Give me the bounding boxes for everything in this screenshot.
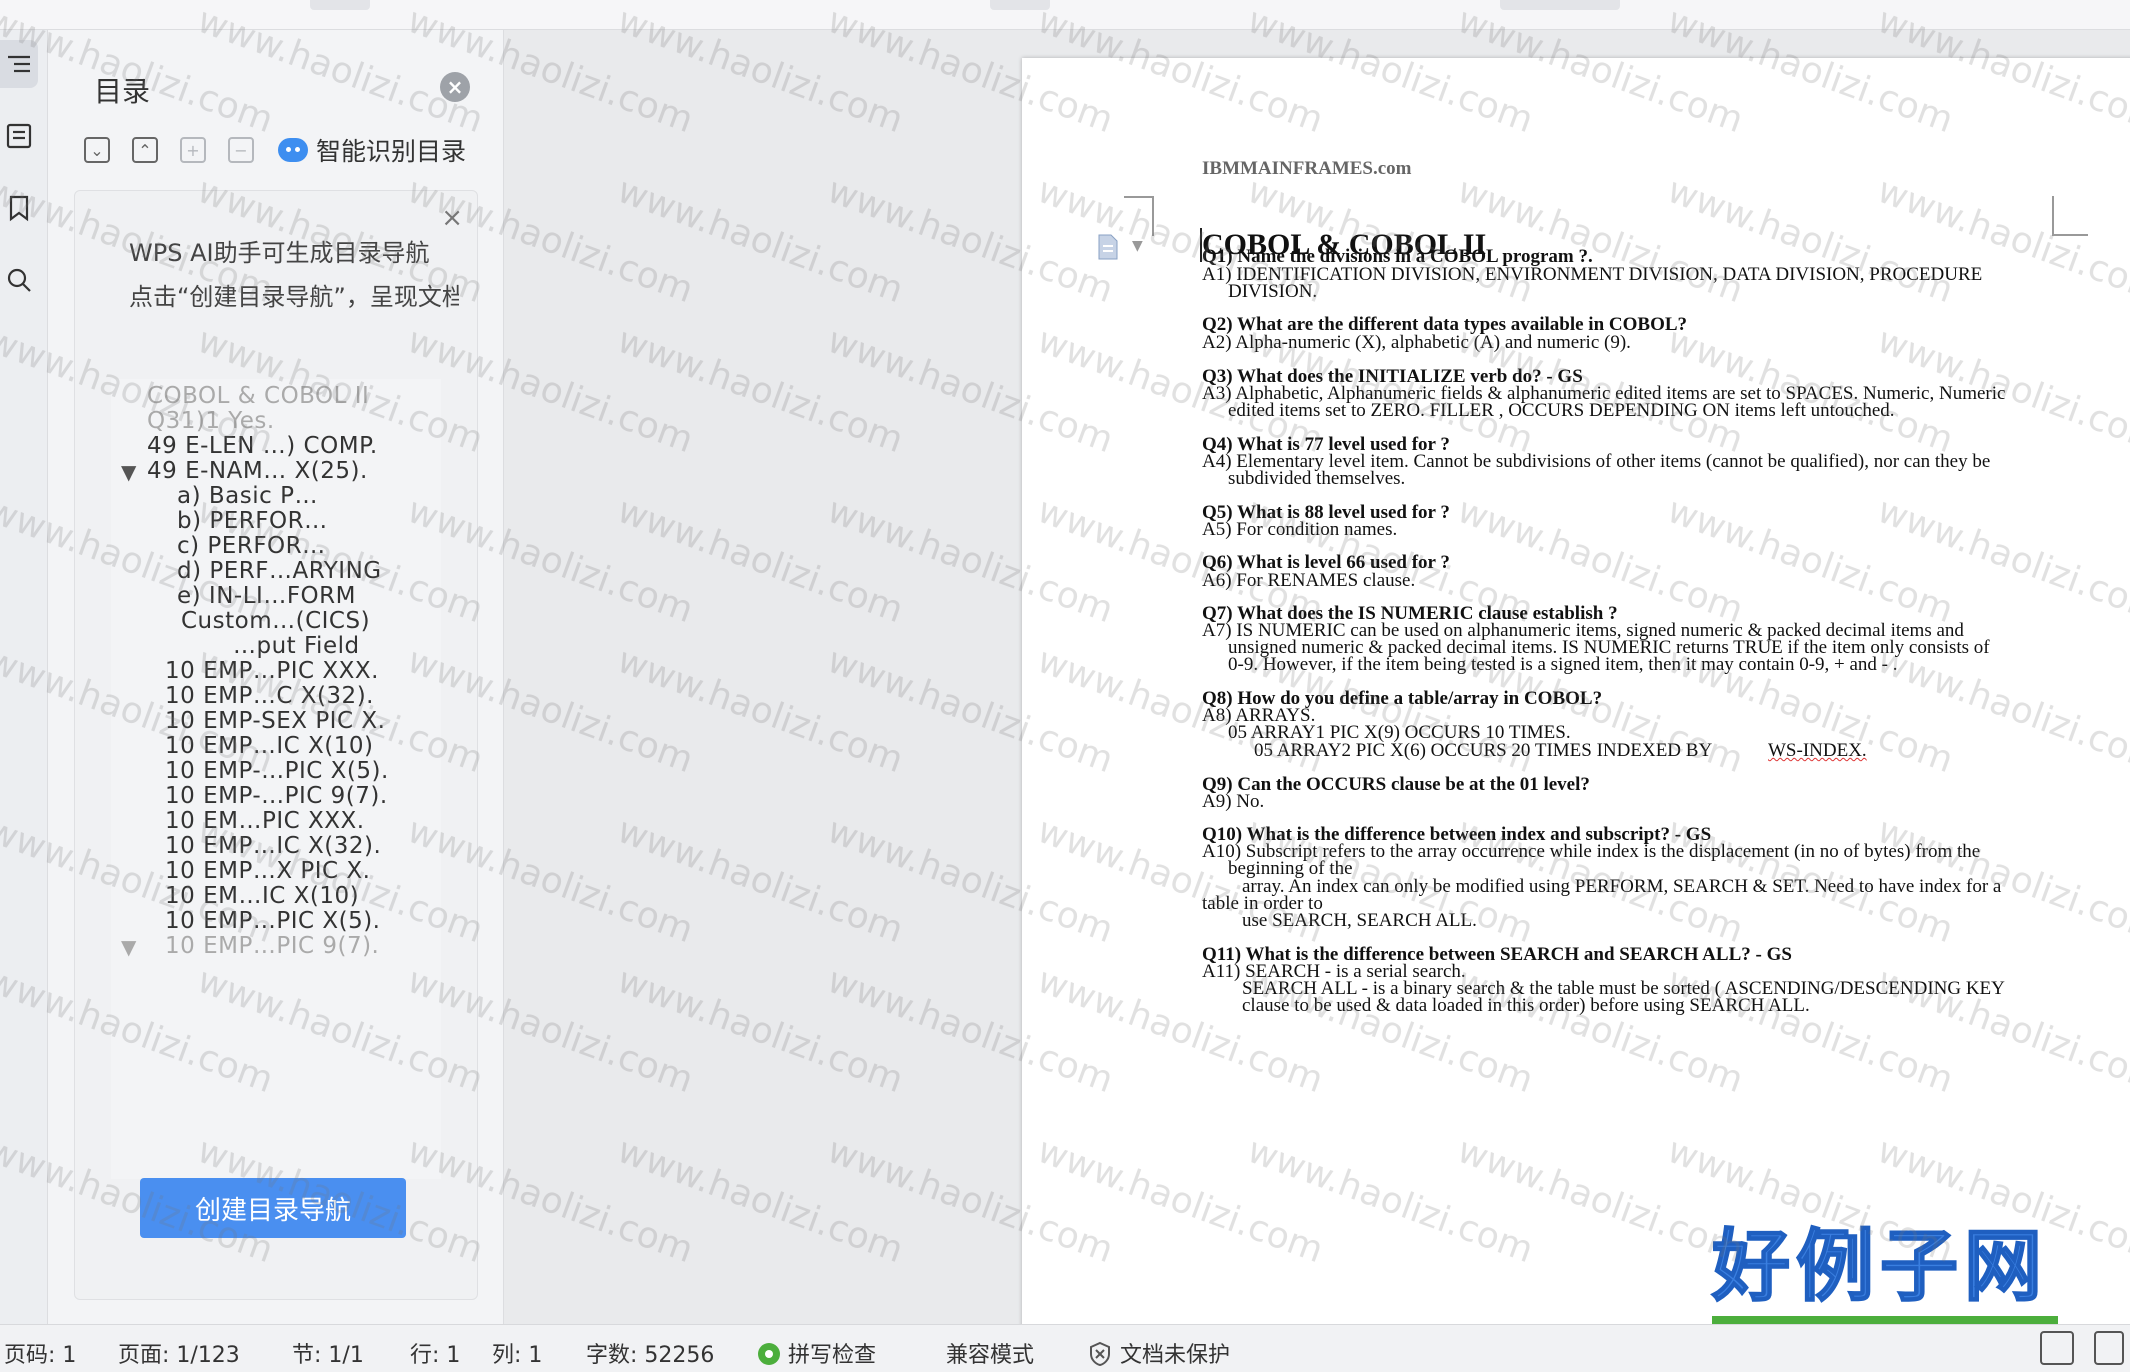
toc-outline-preview: COBOL & COBOL II Q31)1 Yes. 49 E-LEN …) CO… xyxy=(111,379,441,1179)
toc-outline-item[interactable]: Q31)1 Yes. xyxy=(147,408,275,434)
toc-view-button[interactable] xyxy=(0,40,38,88)
answer-line: edited items set to ZERO. FILLER , OCCUR… xyxy=(1228,400,1895,421)
thumbnail-view-button[interactable] xyxy=(0,112,38,160)
tab-strip xyxy=(0,0,2130,30)
document-list-icon xyxy=(6,123,32,149)
page-view-icon[interactable] xyxy=(2040,1331,2074,1365)
answer-line: array. An index can only be modified usi… xyxy=(1242,876,2002,897)
toc-outline-item[interactable]: a) Basic P… xyxy=(177,483,318,509)
status-section[interactable]: 节: 1/1 xyxy=(292,1337,364,1369)
answer-line: WS-INDEX. xyxy=(1768,740,1867,761)
document-area[interactable]: ▼ IBMMAINFRAMES.com COBOL & COBOL II Q1)… xyxy=(504,30,2130,1324)
toc-outline-item[interactable]: e) IN-LI…FORM xyxy=(177,583,356,609)
toc-outline-item[interactable]: 10 EMP…IC X(10) xyxy=(165,733,373,759)
status-page[interactable]: 页面: 1/123 xyxy=(118,1337,240,1369)
ai-recognize-toc-button[interactable]: 智能识别目录 xyxy=(278,132,466,168)
ai-toc-card: × WPS AI助手可生成目录导航 点击“创建目录导航”，呈现文档 COBOL … xyxy=(74,190,478,1300)
toc-outline-item[interactable]: …put Field xyxy=(233,633,360,659)
ai-assistant-icon xyxy=(278,138,308,162)
document-page[interactable]: ▼ IBMMAINFRAMES.com COBOL & COBOL II Q1)… xyxy=(1022,58,2130,1324)
compat-mode-button[interactable]: 兼容模式 xyxy=(946,1337,1034,1369)
toc-outline-item[interactable]: d) PERF…ARYING xyxy=(177,558,382,584)
crop-mark xyxy=(1124,196,1180,236)
toc-outline-item[interactable]: c) PERFOR… xyxy=(177,533,326,559)
status-word-count[interactable]: 字数: 52256 xyxy=(586,1337,714,1369)
status-row[interactable]: 行: 1 xyxy=(410,1337,460,1369)
answer-line: subdivided themselves. xyxy=(1228,468,1406,489)
answer-line: 05 ARRAY2 PIC X(6) OCCURS 20 TIMES INDEX… xyxy=(1254,740,1713,761)
spell-check-label: 拼写检查 xyxy=(788,1343,877,1368)
toc-outline-item[interactable]: COBOL & COBOL II xyxy=(147,383,369,409)
toc-toolbar: ⌄ ⌃ + − 智能识别目录 xyxy=(84,130,466,170)
tab-fragment[interactable] xyxy=(1500,0,1620,10)
toc-outline-item[interactable]: 10 EMP-…PIC X(5). xyxy=(165,758,389,784)
spell-check-icon xyxy=(758,1343,780,1365)
tab-fragment[interactable] xyxy=(310,0,370,10)
find-view-button[interactable] xyxy=(0,256,38,304)
answer-line: A2) Alpha-numeric (X), alphabetic (A) an… xyxy=(1202,332,1631,353)
toc-outline-item[interactable]: 10 EMP…IC X(32). xyxy=(165,833,381,859)
search-icon xyxy=(7,268,31,292)
toc-outline-item[interactable]: 10 EMP…PIC XXX. xyxy=(165,658,379,684)
toc-outline-item[interactable]: Custom…(CICS) xyxy=(181,608,370,634)
tab-fragment[interactable] xyxy=(990,0,1050,10)
toc-outline-item[interactable]: 10 EMP…PIC X(5). xyxy=(165,908,381,934)
toc-title: 目录 xyxy=(94,75,151,108)
toc-outline-item[interactable]: 10 EM…PIC XXX. xyxy=(165,808,365,834)
toc-outline-item[interactable]: 10 EMP…C X(32). xyxy=(165,683,374,709)
list-icon xyxy=(8,55,30,73)
toc-outline-item[interactable]: b) PERFOR… xyxy=(177,508,328,534)
status-page-code[interactable]: 页码: 1 xyxy=(4,1337,76,1369)
bookmark-view-button[interactable] xyxy=(0,184,38,232)
expand-icon[interactable]: + xyxy=(180,137,206,163)
chevron-down-icon[interactable]: ⌄ xyxy=(84,137,110,163)
answer-line: A6) For RENAMES clause. xyxy=(1202,570,1416,591)
collapse-icon[interactable]: − xyxy=(228,137,254,163)
collapse-triangle-icon[interactable]: ▼ xyxy=(121,460,136,484)
answer-line: clause to be used & data loaded in this … xyxy=(1242,995,1810,1016)
status-col[interactable]: 列: 1 xyxy=(492,1337,542,1369)
toc-outline-item[interactable]: 10 EMP-…PIC 9(7). xyxy=(165,783,388,809)
card-line-2: 点击“创建目录导航”，呈现文档 xyxy=(129,283,459,311)
answer-line: A9) No. xyxy=(1202,791,1265,812)
answer-line: 0-9. However, if the item being tested i… xyxy=(1228,654,1898,675)
card-line-1: WPS AI助手可生成目录导航 xyxy=(129,239,430,267)
left-icon-rail xyxy=(0,30,48,1324)
close-icon[interactable]: × xyxy=(440,72,470,102)
answer-line: use SEARCH, SEARCH ALL. xyxy=(1242,910,1477,931)
brand-title: 好例子网 xyxy=(1711,1221,2049,1313)
status-bar: 页码: 1 页面: 1/123 节: 1/1 行: 1 列: 1 字数: 522… xyxy=(0,1324,2130,1372)
caret-down-icon[interactable]: ▼ xyxy=(1132,238,1143,254)
reading-view-icon[interactable] xyxy=(2094,1331,2124,1365)
site-header: IBMMAINFRAMES.com xyxy=(1202,158,1412,179)
shield-icon xyxy=(1090,1341,1110,1367)
toc-panel: 目录 × ⌄ ⌃ + − 智能识别目录 × WPS AI助手可生成目录导航 点击… xyxy=(48,30,504,1324)
chevron-up-icon[interactable]: ⌃ xyxy=(132,137,158,163)
create-toc-button[interactable]: 创建目录导航 xyxy=(140,1178,406,1238)
toc-outline-item[interactable]: 10 EMP-SEX PIC X. xyxy=(165,708,385,734)
answer-line: A5) For condition names. xyxy=(1202,519,1398,540)
toc-outline-item[interactable]: 49 E-LEN …) COMP. xyxy=(147,433,378,459)
ai-recognize-label: 智能识别目录 xyxy=(316,137,467,166)
card-close-icon[interactable]: × xyxy=(441,203,463,233)
protect-button[interactable]: 文档未保护 xyxy=(1088,1337,1230,1369)
bookmark-icon xyxy=(9,195,29,222)
crop-mark xyxy=(2052,196,2088,236)
answer-line: A1) IDENTIFICATION DIVISION, ENVIRONMENT… xyxy=(1202,264,1983,285)
collapse-triangle-icon[interactable]: ▼ xyxy=(121,935,136,959)
toc-outline-item[interactable]: 10 EMP…PIC 9(7). xyxy=(165,933,379,959)
toc-outline-item[interactable]: 10 EMP…X PIC X. xyxy=(165,858,370,884)
paragraph-icon[interactable] xyxy=(1094,233,1122,261)
protect-label: 文档未保护 xyxy=(1120,1343,1231,1368)
answer-line: DIVISION. xyxy=(1228,281,1318,302)
spell-check-button[interactable]: 拼写检查 xyxy=(758,1337,876,1369)
toc-outline-item[interactable]: 49 E-NAM… X(25). xyxy=(147,458,368,484)
toc-outline-item[interactable]: 10 EM…IC X(10) xyxy=(165,883,359,909)
